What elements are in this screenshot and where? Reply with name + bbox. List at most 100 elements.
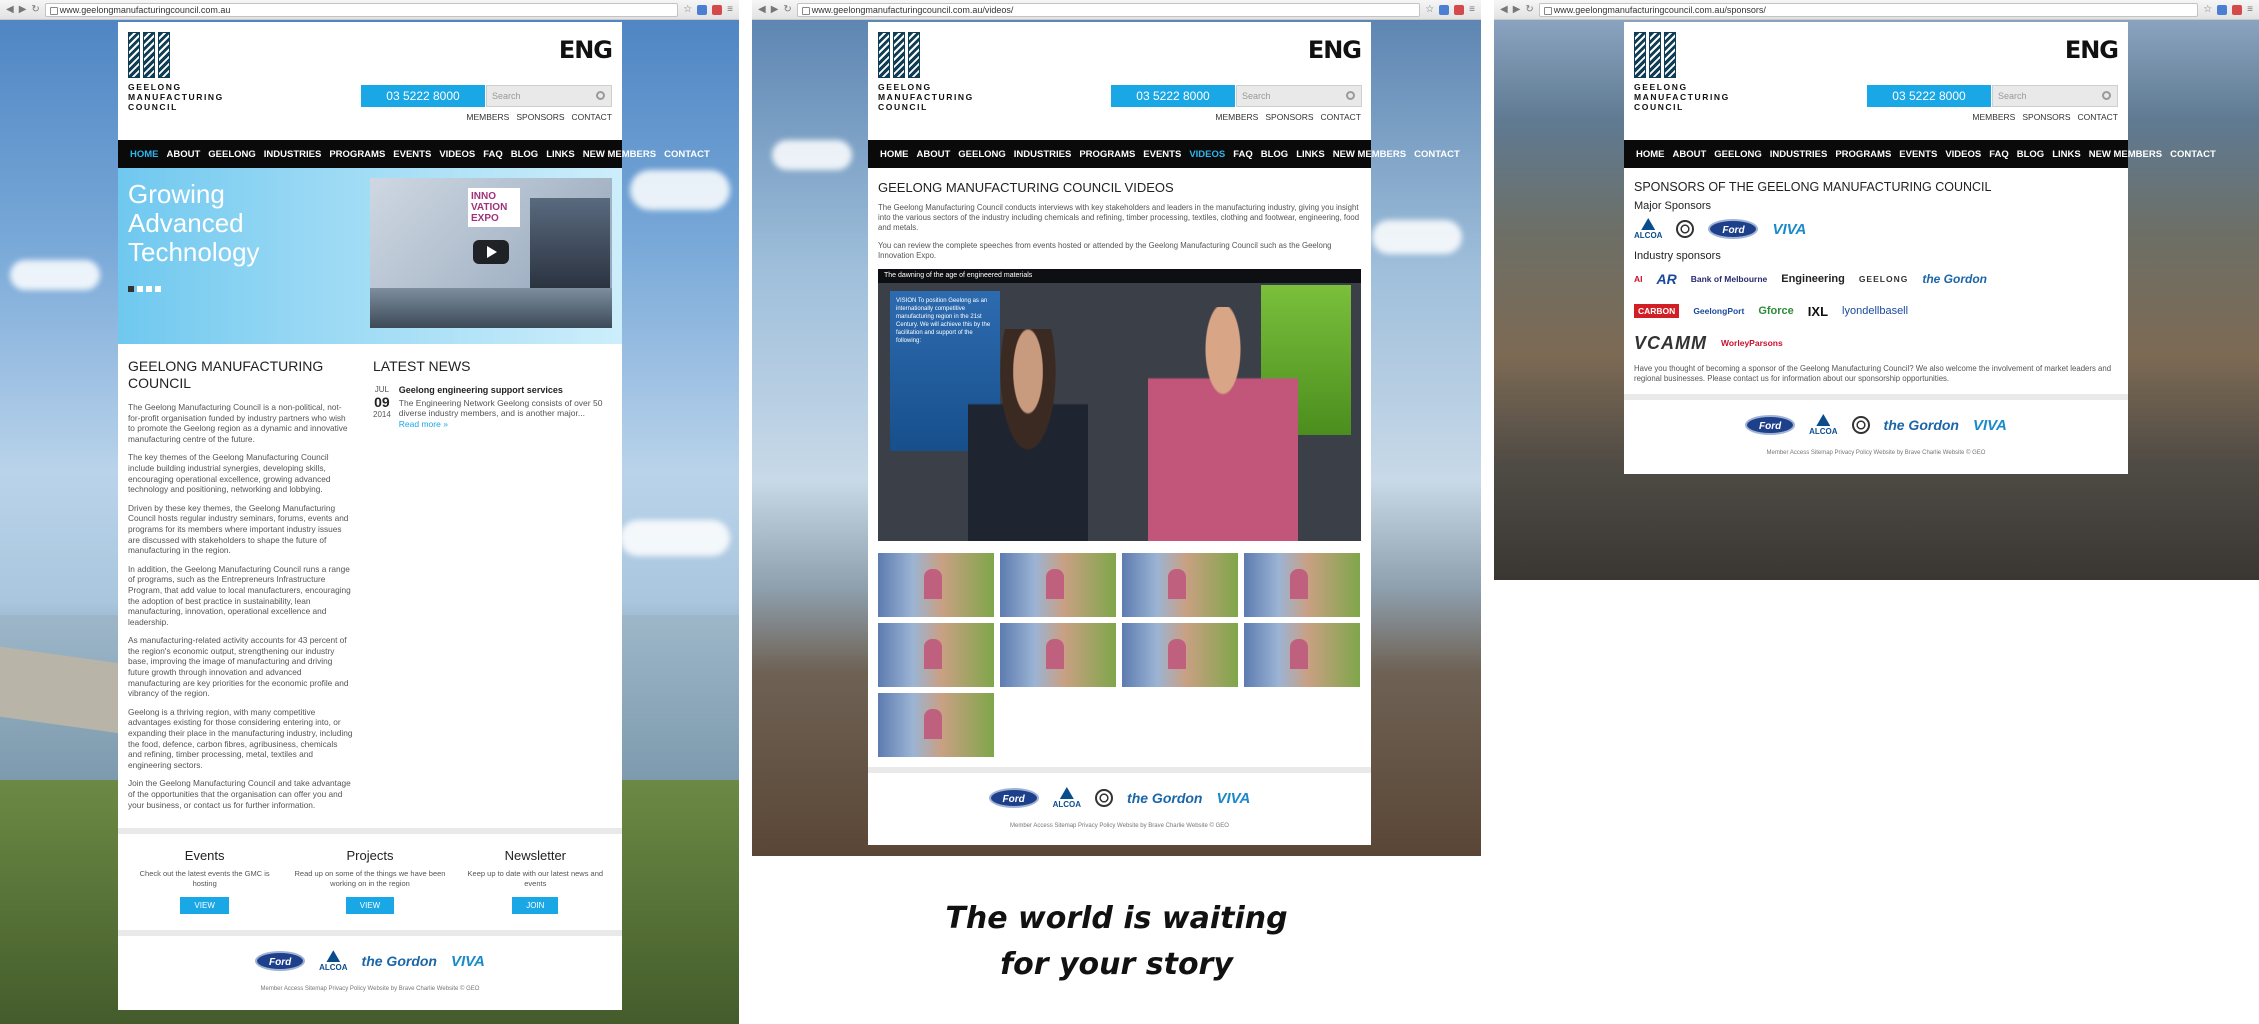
search-icon[interactable] [1346, 91, 1355, 100]
video-thumbnail[interactable] [1000, 553, 1116, 617]
sponsors-link[interactable]: SPONSORS [2022, 112, 2070, 122]
eng-logo[interactable]: ENG [559, 36, 613, 64]
gmc-logo[interactable]: GEELONG MANUFACTURING COUNCIL [1634, 32, 1728, 112]
footer-links[interactable]: Member Access Sitemap Privacy Policy Web… [1624, 450, 2128, 456]
menu-geelong[interactable]: GEELONG [1710, 149, 1766, 160]
search-icon[interactable] [596, 91, 605, 100]
menu-about[interactable]: ABOUT [163, 149, 205, 160]
menu-industries[interactable]: INDUSTRIES [260, 149, 326, 160]
video-thumbnail[interactable] [1122, 623, 1238, 687]
ford-logo[interactable]: Ford [1745, 415, 1796, 435]
menu-events[interactable]: EVENTS [1139, 149, 1185, 160]
menu-blog[interactable]: BLOG [2013, 149, 2048, 160]
sponsor-logo[interactable]: AR [1657, 271, 1677, 287]
forward-icon[interactable]: ▶ [1513, 4, 1521, 15]
star-icon[interactable]: ☆ [1425, 4, 1434, 15]
read-more-link[interactable]: Read more » [399, 419, 448, 429]
ford-logo[interactable]: Ford [255, 951, 306, 972]
video-thumbnail[interactable] [878, 553, 994, 617]
phone-button[interactable]: 03 5222 8000 [1867, 85, 1991, 107]
menu-industries[interactable]: INDUSTRIES [1010, 149, 1076, 160]
sponsor-logo[interactable]: lyondellbasell [1842, 305, 1908, 317]
menu-icon[interactable]: ≡ [1469, 4, 1475, 15]
menu-programs[interactable]: PROGRAMS [325, 149, 389, 160]
members-link[interactable]: MEMBERS [1215, 112, 1258, 122]
menu-events[interactable]: EVENTS [1895, 149, 1941, 160]
extension-icon[interactable] [2232, 4, 2243, 15]
menu-faq[interactable]: FAQ [479, 149, 507, 160]
play-icon[interactable] [473, 240, 509, 264]
sponsor-logo[interactable]: GeelongPort [1693, 306, 1744, 316]
menu-blog[interactable]: BLOG [1257, 149, 1292, 160]
extension-icon[interactable] [697, 4, 708, 15]
video-thumbnail[interactable] [1244, 553, 1360, 617]
contact-link[interactable]: CONTACT [1321, 112, 1361, 122]
viva-logo[interactable]: VIVA [451, 953, 485, 970]
menu-about[interactable]: ABOUT [913, 149, 955, 160]
menu-events[interactable]: EVENTS [389, 149, 435, 160]
video-thumbnail[interactable] [1244, 623, 1360, 687]
gmc-logo[interactable]: GEELONG MANUFACTURING COUNCIL [878, 32, 972, 112]
video-thumbnail[interactable] [878, 693, 994, 757]
ford-logo[interactable]: Ford [988, 788, 1039, 808]
alcoa-logo[interactable]: ALCOA [1634, 218, 1662, 240]
gordon-logo[interactable]: the Gordon [1884, 417, 1959, 433]
extension-icon[interactable] [712, 4, 723, 15]
forward-icon[interactable]: ▶ [19, 4, 27, 15]
alcoa-logo[interactable]: ALCOA [1053, 787, 1081, 809]
viva-logo[interactable]: VIVA [1772, 221, 1806, 238]
extension-icon[interactable] [1439, 4, 1450, 15]
sponsor-logo[interactable]: VCAMM [1634, 333, 1707, 354]
sponsor-logo[interactable]: the Gordon [1922, 272, 1987, 286]
sponsors-link[interactable]: SPONSORS [1265, 112, 1313, 122]
menu-new-members[interactable]: NEW MEMBERS [2085, 149, 2166, 160]
address-bar[interactable]: www.geelongmanufacturingcouncil.com.au [44, 2, 679, 17]
sponsor-logo[interactable]: Gforce [1758, 305, 1793, 317]
back-icon[interactable]: ◀ [758, 4, 766, 15]
contact-link[interactable]: CONTACT [572, 112, 612, 122]
forward-icon[interactable]: ▶ [771, 4, 779, 15]
newsletter-join-button[interactable]: JOIN [512, 897, 559, 915]
video-thumbnail[interactable] [878, 623, 994, 687]
search-input[interactable]: Search [1236, 85, 1362, 107]
menu-videos[interactable]: VIDEOS [1941, 149, 1985, 160]
viva-logo[interactable]: VIVA [1216, 790, 1250, 807]
seal-logo[interactable] [1851, 416, 1870, 434]
menu-faq[interactable]: FAQ [1985, 149, 2013, 160]
footer-links[interactable]: Member Access Sitemap Privacy Policy Web… [868, 823, 1371, 829]
reload-icon[interactable]: ↻ [31, 4, 39, 15]
sponsors-link[interactable]: SPONSORS [516, 112, 564, 122]
members-link[interactable]: MEMBERS [466, 112, 509, 122]
menu-industries[interactable]: INDUSTRIES [1766, 149, 1832, 160]
sponsor-logo[interactable]: Engineering [1781, 273, 1845, 285]
menu-contact[interactable]: CONTACT [660, 149, 714, 160]
news-item[interactable]: JUL 09 2014 Geelong engineering support … [373, 385, 603, 429]
star-icon[interactable]: ☆ [2203, 4, 2212, 15]
seal-logo[interactable] [1095, 789, 1114, 807]
sponsor-logo[interactable]: WorleyParsons [1721, 338, 1783, 348]
menu-links[interactable]: LINKS [2048, 149, 2085, 160]
gordon-logo[interactable]: the Gordon [1127, 790, 1202, 806]
menu-programs[interactable]: PROGRAMS [1831, 149, 1895, 160]
video-thumbnail[interactable] [1122, 553, 1238, 617]
ford-logo[interactable]: Ford [1708, 219, 1759, 239]
eng-logo[interactable]: ENG [2065, 36, 2119, 64]
extension-icon[interactable] [1454, 4, 1465, 15]
sponsor-logo[interactable]: IXL [1808, 304, 1828, 319]
members-link[interactable]: MEMBERS [1972, 112, 2015, 122]
gordon-logo[interactable]: the Gordon [362, 953, 437, 969]
extension-icon[interactable] [2217, 4, 2228, 15]
sponsor-logo[interactable]: AI [1634, 274, 1643, 284]
news-title[interactable]: Geelong engineering support services [399, 385, 603, 396]
menu-home[interactable]: HOME [1632, 149, 1669, 160]
sponsor-logo[interactable]: GEELONG [1859, 274, 1909, 284]
carousel-dots[interactable] [128, 286, 161, 292]
menu-programs[interactable]: PROGRAMS [1075, 149, 1139, 160]
back-icon[interactable]: ◀ [1500, 4, 1508, 15]
menu-geelong[interactable]: GEELONG [204, 149, 260, 160]
sponsor-logo[interactable]: Bank of Melbourne [1691, 274, 1768, 284]
events-view-button[interactable]: VIEW [180, 897, 229, 915]
reload-icon[interactable]: ↻ [783, 4, 791, 15]
menu-icon[interactable]: ≡ [2247, 4, 2253, 15]
menu-new-members[interactable]: NEW MEMBERS [1329, 149, 1410, 160]
